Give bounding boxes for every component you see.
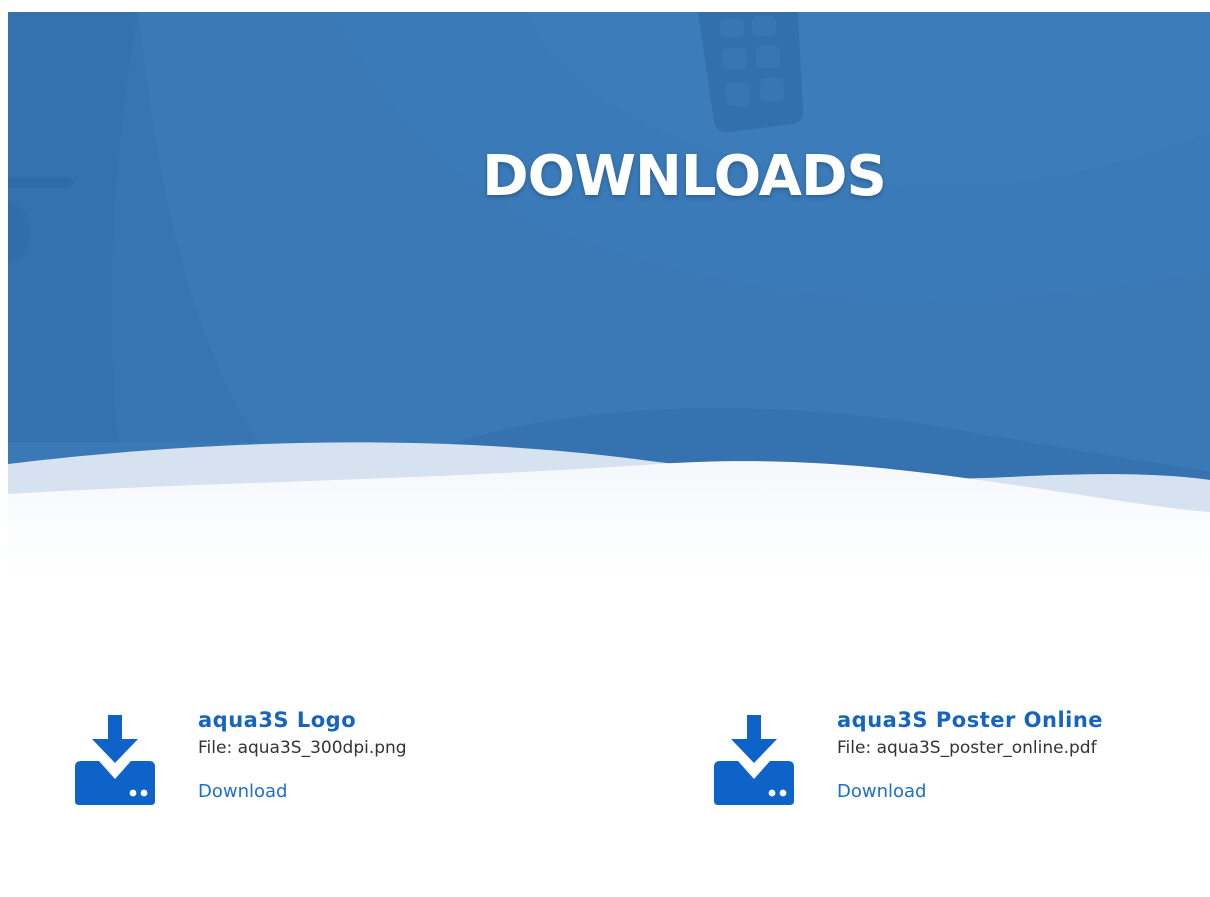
download-link[interactable]: Download — [198, 780, 287, 804]
download-server-icon — [75, 715, 155, 805]
page-title: DOWNLOADS — [482, 144, 887, 209]
page: DOWNLOADS aqua3S Logo File: aqua3S_300dp… — [0, 0, 1210, 897]
downloads-list: aqua3S Logo File: aqua3S_300dpi.png Down… — [0, 700, 1210, 820]
download-title: aqua3S Logo — [198, 708, 357, 732]
download-link[interactable]: Download — [837, 780, 926, 804]
download-file-name: File: aqua3S_poster_online.pdf — [837, 738, 1097, 758]
download-item-text: aqua3S Poster Online File: aqua3S_poster… — [837, 706, 1103, 804]
download-file-name: File: aqua3S_300dpi.png — [198, 738, 407, 758]
download-title: aqua3S Poster Online — [837, 708, 1104, 732]
download-server-icon — [714, 715, 794, 805]
download-item-text: aqua3S Logo File: aqua3S_300dpi.png Down… — [198, 706, 407, 804]
hero-banner: DOWNLOADS — [8, 12, 1210, 582]
hero-background — [8, 12, 1210, 582]
